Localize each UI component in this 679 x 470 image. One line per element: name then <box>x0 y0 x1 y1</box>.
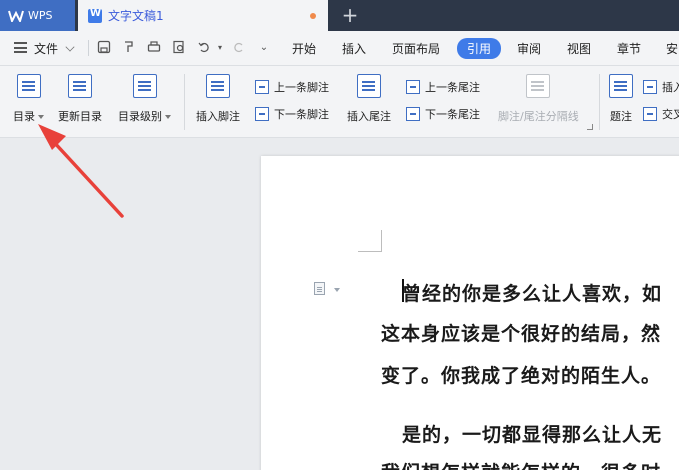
insert-footnote-button[interactable]: 插入脚注 <box>196 74 240 124</box>
insert-endnote-button[interactable]: 插入尾注 <box>347 74 391 124</box>
hamburger-menu-icon[interactable] <box>14 42 27 53</box>
ribbon-divider <box>184 74 185 130</box>
document-text-line[interactable]: 变了。你我成了绝对的陌生人。 <box>381 361 661 388</box>
writer-doc-icon <box>88 8 102 23</box>
format-painter-icon[interactable] <box>121 40 137 56</box>
prev-endnote-icon <box>406 80 420 94</box>
toc-level-icon <box>132 74 157 98</box>
menu-section[interactable]: 章节 <box>617 40 641 57</box>
insert-table-of-figures-button[interactable]: 插入 <box>643 79 679 95</box>
next-footnote-icon <box>255 107 269 121</box>
menu-bar: 文件 ▾ ⌄ 开始 插入 页面布局 引用 审阅 视图 章节 安 <box>0 31 679 66</box>
prev-endnote-button[interactable]: 上一条尾注 <box>406 79 480 95</box>
menu-insert[interactable]: 插入 <box>342 40 366 57</box>
cross-reference-icon <box>643 107 657 121</box>
caption-label: 题注 <box>610 110 632 123</box>
caption-icon <box>609 74 633 98</box>
chevron-down-icon[interactable] <box>65 42 75 52</box>
toc-label: 目录 <box>13 110 35 123</box>
wps-logo-icon <box>8 10 24 22</box>
new-tab-button[interactable]: + <box>340 4 360 26</box>
ribbon-divider <box>599 74 600 130</box>
insert-figures-label: 插入 <box>662 81 679 94</box>
caption-button[interactable]: 题注 <box>609 74 633 124</box>
cross-reference-button[interactable]: 交叉 <box>643 106 679 122</box>
insert-endnote-label: 插入尾注 <box>347 110 391 123</box>
prev-footnote-icon <box>255 80 269 94</box>
document-text-line[interactable]: 曾经的你是多么让人喜欢，如 <box>402 279 662 306</box>
file-menu[interactable]: 文件 <box>34 40 58 57</box>
toc-level-button[interactable]: 目录级别 <box>118 74 171 124</box>
next-footnote-label: 下一条脚注 <box>274 108 329 121</box>
wps-home-tab[interactable]: WPS <box>0 0 75 31</box>
undo-icon[interactable] <box>196 40 212 56</box>
text-cursor <box>402 279 404 302</box>
document-text-line[interactable]: 这本身应该是个很好的结局，然 <box>381 319 661 346</box>
print-icon[interactable] <box>146 40 162 56</box>
customize-toolbar-icon[interactable]: ⌄ <box>256 40 272 56</box>
menu-review[interactable]: 审阅 <box>517 40 541 57</box>
separator-line-button[interactable]: 脚注/尾注分隔线 <box>498 74 579 124</box>
save-icon[interactable] <box>96 40 112 56</box>
insert-footnote-label: 插入脚注 <box>196 110 240 123</box>
menu-view[interactable]: 视图 <box>567 40 591 57</box>
menu-page-layout[interactable]: 页面布局 <box>392 40 440 57</box>
next-endnote-icon <box>406 107 420 121</box>
title-bar: WPS 文字文稿1 + <box>0 0 679 31</box>
caret-down-icon[interactable] <box>334 288 340 292</box>
document-tab-title: 文字文稿1 <box>108 9 164 23</box>
caret-down-icon <box>38 115 44 119</box>
paragraph-handle-icon[interactable] <box>314 282 325 295</box>
document-text-line[interactable]: 我们想怎样就能怎样的，很多时 <box>381 458 661 470</box>
redo-icon[interactable] <box>231 40 247 56</box>
insert-figures-icon <box>643 80 657 94</box>
wps-app-name: WPS <box>28 9 53 22</box>
prev-endnote-label: 上一条尾注 <box>425 81 480 94</box>
update-toc-icon <box>68 74 92 98</box>
update-toc-button[interactable]: 更新目录 <box>58 74 102 124</box>
menu-home[interactable]: 开始 <box>292 40 316 57</box>
menu-references[interactable]: 引用 <box>457 38 502 59</box>
menu-divider <box>88 40 89 56</box>
print-preview-icon[interactable] <box>171 40 187 56</box>
prev-footnote-button[interactable]: 上一条脚注 <box>255 79 329 95</box>
cross-reference-label: 交叉 <box>662 108 679 121</box>
toc-button[interactable]: 目录 <box>13 74 44 124</box>
unsaved-dot-icon <box>310 13 316 19</box>
document-tab[interactable]: 文字文稿1 <box>78 0 328 31</box>
next-endnote-label: 下一条尾注 <box>425 108 480 121</box>
toc-icon <box>16 74 41 98</box>
page-margin-corner <box>358 230 382 252</box>
ribbon-toolbar: 目录 更新目录 目录级别 插入脚注 上一条脚注 下一条脚注 插入尾注 上一条尾注… <box>0 66 679 138</box>
prev-footnote-label: 上一条脚注 <box>274 81 329 94</box>
separator-line-label: 脚注/尾注分隔线 <box>498 110 579 123</box>
dialog-launcher-icon[interactable] <box>587 124 593 130</box>
next-endnote-button[interactable]: 下一条尾注 <box>406 106 480 122</box>
menu-security[interactable]: 安 <box>666 40 678 57</box>
endnote-icon <box>357 74 381 98</box>
undo-dropdown-icon[interactable]: ▾ <box>212 40 228 56</box>
caret-down-icon <box>165 115 171 119</box>
separator-line-icon <box>526 74 551 98</box>
toc-level-label: 目录级别 <box>118 110 162 123</box>
next-footnote-button[interactable]: 下一条脚注 <box>255 106 329 122</box>
footnote-icon <box>206 74 230 98</box>
document-text-line[interactable]: 是的，一切都显得那么让人无 <box>402 420 662 447</box>
update-toc-label: 更新目录 <box>58 110 102 123</box>
